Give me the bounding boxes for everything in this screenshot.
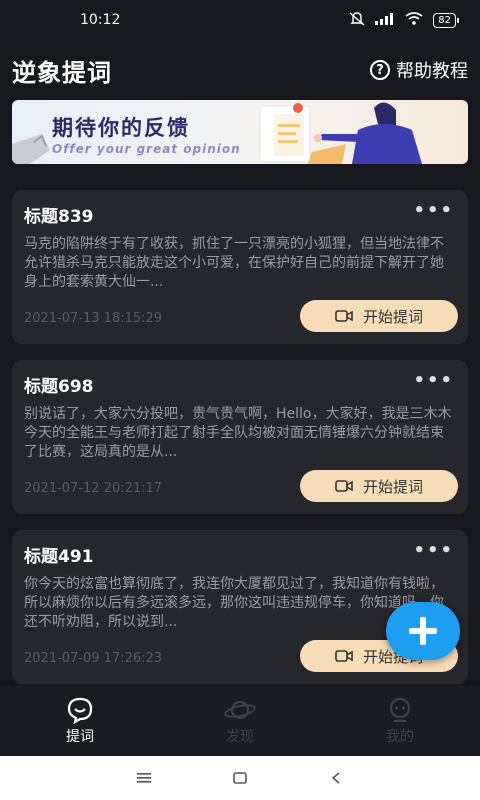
user-face-icon bbox=[389, 697, 411, 723]
card-date: 2021-07-12 20:21:17 bbox=[24, 481, 163, 496]
status-time: 10:12 bbox=[80, 12, 121, 28]
system-nav-bar bbox=[0, 756, 480, 800]
card-date: 2021-07-09 17:26:23 bbox=[24, 651, 163, 666]
banner-subtitle: Offer your great opinion bbox=[52, 142, 241, 156]
signal-icon bbox=[375, 12, 395, 28]
more-options-icon[interactable]: ••• bbox=[413, 200, 454, 221]
feedback-banner[interactable]: 期待你的反馈 Offer your great opinion bbox=[12, 100, 468, 164]
mute-icon bbox=[349, 11, 365, 29]
smile-chat-icon bbox=[67, 697, 93, 724]
tab-label: 提词 bbox=[66, 729, 94, 745]
home-icon[interactable] bbox=[232, 771, 248, 785]
help-label: 帮助教程 bbox=[396, 61, 468, 82]
app-header: 逆象提词 ? 帮助教程 bbox=[0, 50, 480, 90]
tab-label: 发现 bbox=[226, 729, 254, 745]
battery-indicator: 82 bbox=[433, 12, 459, 28]
card-body: 别说话了，大家六分投吧，贵气贵气啊，Hello，大家好，我是三木木今天的全能王与… bbox=[24, 406, 452, 460]
start-prompt-button[interactable]: 开始提词 bbox=[300, 300, 458, 332]
card-title: 标题698 bbox=[24, 377, 94, 397]
video-camera-icon bbox=[335, 650, 353, 662]
menu-icon[interactable] bbox=[136, 771, 152, 785]
tab-discover[interactable]: 发现 bbox=[200, 696, 280, 746]
start-prompt-button[interactable]: 开始提词 bbox=[300, 470, 458, 502]
start-prompt-label: 开始提词 bbox=[362, 477, 423, 496]
more-options-icon[interactable]: ••• bbox=[413, 370, 454, 391]
script-card[interactable]: 标题839 ••• 马克的陷阱终于有了收获，抓住了一只漂亮的小狐狸，但当地法律不… bbox=[12, 190, 468, 344]
add-script-button[interactable] bbox=[386, 602, 460, 660]
bottom-tab-bar: 提词 发现 我的 bbox=[0, 686, 480, 756]
tab-label: 我的 bbox=[386, 729, 414, 745]
card-body: 马克的陷阱终于有了收获，抓住了一只漂亮的小狐狸，但当地法律不允许猎杀马克只能放走… bbox=[24, 236, 444, 290]
status-icons: 82 bbox=[349, 11, 459, 29]
video-camera-icon bbox=[335, 480, 353, 492]
app-title: 逆象提词 bbox=[12, 58, 112, 87]
tab-mine[interactable]: 我的 bbox=[360, 696, 440, 746]
card-title: 标题839 bbox=[24, 207, 94, 227]
status-bar: 10:12 82 bbox=[0, 0, 480, 40]
video-camera-icon bbox=[335, 310, 353, 322]
more-options-icon[interactable]: ••• bbox=[413, 540, 454, 561]
start-prompt-label: 开始提词 bbox=[362, 307, 423, 326]
question-circle-icon: ? bbox=[370, 60, 390, 80]
planet-icon bbox=[224, 700, 256, 720]
wifi-icon bbox=[405, 12, 423, 28]
plus-icon bbox=[409, 617, 437, 645]
card-date: 2021-07-13 18:15:29 bbox=[24, 311, 163, 326]
script-card[interactable]: 标题698 ••• 别说话了，大家六分投吧，贵气贵气啊，Hello，大家好，我是… bbox=[12, 360, 468, 514]
tab-prompt[interactable]: 提词 bbox=[40, 696, 120, 746]
banner-title: 期待你的反馈 bbox=[52, 116, 190, 140]
back-icon[interactable] bbox=[328, 771, 344, 785]
card-title: 标题491 bbox=[24, 547, 94, 567]
help-tutorial-link[interactable]: ? 帮助教程 bbox=[370, 57, 468, 83]
